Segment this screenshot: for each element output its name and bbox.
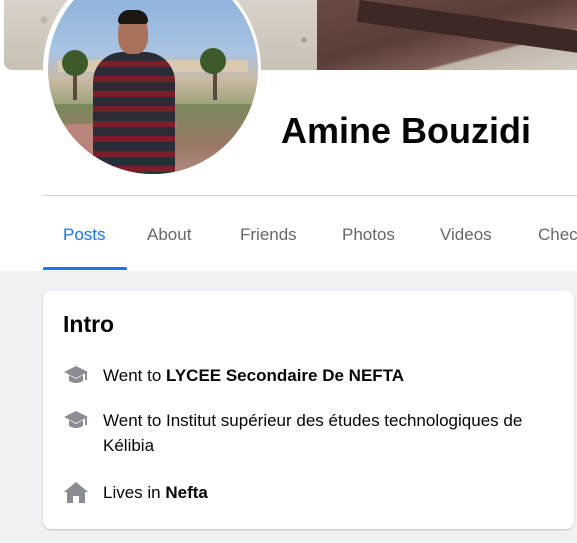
intro-item-text: Went to Institut supérieur des études te… xyxy=(103,411,523,455)
tab-friends[interactable]: Friends xyxy=(240,205,297,265)
avatar-palm xyxy=(200,48,226,74)
intro-item-prefix: Went to xyxy=(103,366,166,385)
intro-item-prefix: Lives in xyxy=(103,483,166,502)
profile-name: Amine Bouzidi xyxy=(281,110,531,151)
intro-title: Intro xyxy=(63,311,115,337)
profile-tabs: Posts About Friends Photos Videos Chec xyxy=(43,205,577,271)
intro-item-city-link[interactable]: Nefta xyxy=(165,483,208,502)
tab-check-ins[interactable]: Chec xyxy=(538,205,577,265)
tab-photos[interactable]: Photos xyxy=(342,205,395,265)
avatar[interactable] xyxy=(48,0,258,174)
tab-about[interactable]: About xyxy=(147,205,191,265)
tab-videos[interactable]: Videos xyxy=(440,205,492,265)
intro-card: Intro Went to LYCEE Secondaire De NEFTA … xyxy=(43,291,574,529)
avatar-person-body xyxy=(93,52,175,174)
tab-posts[interactable]: Posts xyxy=(63,205,106,265)
profile-header: Amine Bouzidi Posts About Friends Photos… xyxy=(0,0,577,271)
intro-item-school-link[interactable]: LYCEE Secondaire De NEFTA xyxy=(166,366,404,385)
graduation-cap-icon xyxy=(63,363,89,387)
avatar-palm xyxy=(62,50,88,76)
home-icon xyxy=(63,480,89,504)
graduation-cap-icon xyxy=(63,408,89,432)
header-divider xyxy=(43,195,577,196)
intro-item-text: Lives in Nefta xyxy=(103,480,553,505)
intro-item-text: Went to LYCEE Secondaire De NEFTA xyxy=(103,363,553,388)
active-tab-indicator xyxy=(43,267,127,270)
avatar-person-hair xyxy=(118,10,148,24)
